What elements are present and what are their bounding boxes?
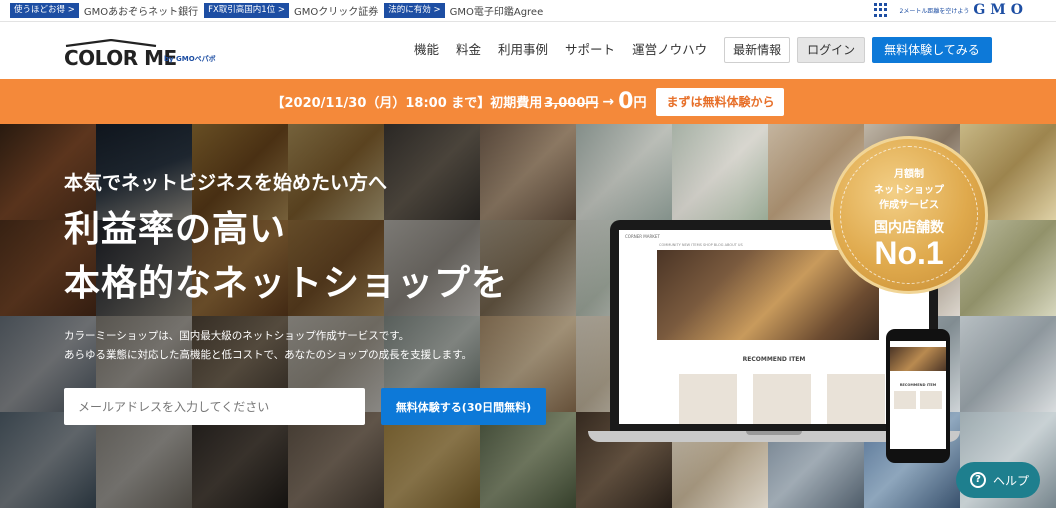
phone-hero-photo	[890, 347, 946, 371]
gmo-link-badge: 使うほどお得 >	[10, 3, 79, 18]
phone-recommend-heading: RECOMMEND ITEM	[899, 383, 937, 387]
main-nav: 機能 料金 利用事例 サポート 運営ノウハウ 最新情報 ログイン 無料体験してみ…	[414, 37, 992, 63]
news-button[interactable]: 最新情報	[724, 37, 791, 63]
phone-screen: RECOMMEND ITEM	[890, 341, 946, 449]
gmo-logo[interactable]: GMO	[973, 2, 1028, 18]
phone-mockup: RECOMMEND ITEM	[886, 329, 950, 463]
phone-product-image	[894, 391, 916, 409]
site-header: COLOR ME by GMOペパボ 機能 料金 利用事例 サポート 運営ノウハ…	[0, 23, 1056, 79]
medal-line-2: ネットショップ	[874, 185, 944, 196]
gmo-link-badge: 法的に有効 >	[384, 3, 445, 18]
gmo-link-agree[interactable]: 法的に有効 > GMO電子印鑑Agree	[384, 3, 543, 18]
question-icon: ?	[970, 472, 986, 488]
campaign-text: 【2020/11/30（月）18:00 まで】初期費用	[271, 96, 543, 111]
help-button[interactable]: ? ヘルプ	[956, 462, 1040, 498]
hero-headline-2: 本格的なネットショップを	[64, 263, 509, 304]
hero-headline-1: 利益率の高い	[64, 209, 287, 250]
free-trial-button[interactable]: 無料体験してみる	[872, 37, 992, 63]
campaign-old-price: 3,000円	[544, 96, 599, 111]
nav-item-support[interactable]: サポート	[565, 37, 615, 63]
campaign-yen: 円	[633, 96, 647, 111]
medal-line-3: 作成サービス	[879, 200, 939, 211]
campaign-trial-button[interactable]: まずは無料体験から	[656, 87, 785, 116]
hero-section: 本気でネットビジネスを始めたい方へ 利益率の高い 本格的なネットショップを カラ…	[0, 124, 1056, 508]
hero-description-1: カラーミーショップは、国内最大級のネットショップ作成サービスです。	[64, 330, 410, 342]
gmo-link-text: GMOあおぞらネット銀行	[83, 7, 199, 18]
free-trial-submit-button[interactable]: 無料体験する(30日間無料)	[381, 388, 546, 425]
mock-product-image	[753, 374, 811, 424]
hero-lead-text: 本気でネットビジネスを始めたい方へ	[64, 172, 388, 194]
logo-by-text: by GMOペパボ	[164, 55, 216, 63]
gmo-link-text: GMOクリック証券	[294, 7, 379, 18]
mock-shop-title: CORNER MARKET	[625, 234, 660, 239]
mock-product-image	[827, 374, 885, 424]
medal-line-4: 国内店舗数	[874, 220, 944, 236]
gmo-group-bar: 使うほどお得 > GMOあおぞらネット銀行 FX取引高国内1位 > GMOクリッ…	[0, 0, 1056, 22]
grid-menu-icon[interactable]	[873, 3, 888, 17]
gmo-link-badge: FX取引高国内1位 >	[204, 3, 290, 18]
gmo-link-text: GMO電子印鑑Agree	[449, 7, 544, 18]
login-button[interactable]: ログイン	[797, 37, 866, 63]
gmo-tagline: 2メートル距離を空けよう	[899, 7, 970, 15]
nav-item-features[interactable]: 機能	[414, 37, 439, 63]
email-input[interactable]	[64, 388, 365, 425]
medal-no1: No.1	[874, 235, 944, 271]
mock-product-image	[679, 374, 737, 424]
mock-shop-menu: COMMUNITY NEW ITEMS SHOP BLOG ABOUT US	[659, 243, 743, 247]
mock-recommend-heading: RECOMMEND ITEM	[742, 356, 806, 363]
nav-item-cases[interactable]: 利用事例	[498, 37, 548, 63]
phone-product-image	[920, 391, 942, 409]
gmo-link-bank[interactable]: 使うほどお得 > GMOあおぞらネット銀行	[10, 3, 198, 18]
gmo-right-group: 2メートル距離を空けよう GMO	[873, 2, 1028, 18]
campaign-banner: 【2020/11/30（月）18:00 まで】初期費用 3,000円 → 0 円…	[0, 79, 1056, 124]
campaign-arrow: →	[602, 93, 615, 110]
no1-award-medal: 月額制 ネットショップ 作成サービス 国内店舗数 No.1	[830, 136, 988, 294]
help-label: ヘルプ	[993, 473, 1030, 488]
hero-description-2: あらゆる業態に対応した高機能と低コストで、あなたのショップの成長を支援します。	[64, 349, 473, 361]
laptop-notch	[746, 431, 802, 435]
campaign-new-price: 0	[618, 89, 634, 114]
medal-line-1: 月額制	[894, 169, 924, 180]
nav-item-pricing[interactable]: 料金	[456, 37, 481, 63]
gmo-link-securities[interactable]: FX取引高国内1位 > GMOクリック証券	[204, 3, 378, 18]
nav-item-knowhow[interactable]: 運営ノウハウ	[632, 37, 707, 63]
logo-text: COLOR ME	[64, 46, 177, 70]
